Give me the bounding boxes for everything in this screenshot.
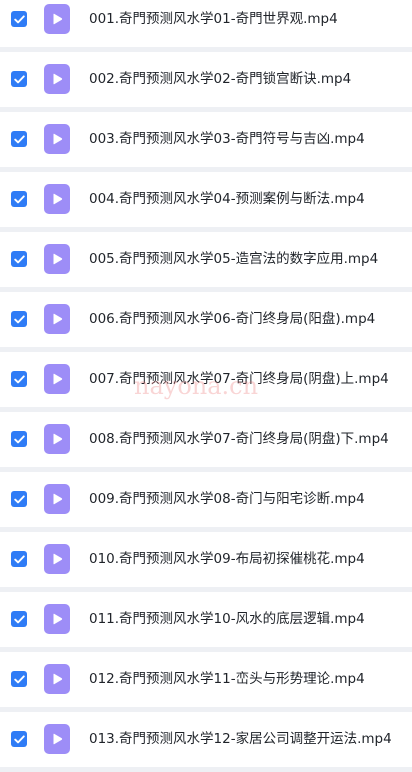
checkmark-icon [13,254,25,263]
file-name: 013.奇門预测风水学12-家居公司调整开运法.mp4 [89,731,392,747]
checkmark-icon [13,554,25,563]
file-row[interactable]: 009.奇門预测风水学08-奇门与阳宅诊断.mp4 [0,472,412,527]
checkmark-icon [13,614,25,623]
row-checkbox[interactable] [11,11,27,27]
video-play-icon [44,424,70,454]
file-row[interactable]: 010.奇門预测风水学09-布局初探催桃花.mp4 [0,532,412,587]
row-checkbox[interactable] [11,431,27,447]
row-checkbox[interactable] [11,71,27,87]
file-name: 008.奇門预测风水学07-奇门终身局(阴盘)下.mp4 [89,431,389,447]
file-row[interactable]: 007.奇門预测风水学07-奇门终身局(阴盘)上.mp4 [0,352,412,407]
file-row[interactable]: 006.奇門预测风水学06-奇门终身局(阳盘).mp4 [0,292,412,347]
file-name: 012.奇門预测风水学11-峦头与形势理论.mp4 [89,671,365,687]
checkmark-icon [13,494,25,503]
file-name: 010.奇門预测风水学09-布局初探催桃花.mp4 [89,551,365,567]
file-row[interactable]: 002.奇門预测风水学02-奇門锁宫断诀.mp4 [0,52,412,107]
checkmark-icon [13,134,25,143]
file-name: 002.奇門预测风水学02-奇門锁宫断诀.mp4 [89,71,352,87]
row-checkbox[interactable] [11,311,27,327]
video-play-icon [44,484,70,514]
file-row[interactable]: 008.奇門预测风水学07-奇门终身局(阴盘)下.mp4 [0,412,412,467]
checkmark-icon [13,74,25,83]
video-play-icon [44,544,70,574]
checkmark-icon [13,374,25,383]
file-name: 003.奇門预测风水学03-奇門符号与吉凶.mp4 [89,131,365,147]
row-checkbox[interactable] [11,731,27,747]
file-row[interactable]: 003.奇門预测风水学03-奇門符号与吉凶.mp4 [0,112,412,167]
video-play-icon [44,244,70,274]
checkmark-icon [13,674,25,683]
file-name: 011.奇門预测风水学10-风水的底层逻辑.mp4 [89,611,365,627]
file-row[interactable]: 005.奇門预测风水学05-造宫法的数字应用.mp4 [0,232,412,287]
video-play-icon [44,664,70,694]
video-play-icon [44,304,70,334]
video-play-icon [44,364,70,394]
file-name: 007.奇門预测风水学07-奇门终身局(阴盘)上.mp4 [89,371,389,387]
file-name: 009.奇門预测风水学08-奇门与阳宅诊断.mp4 [89,491,365,507]
file-row[interactable]: 013.奇門预测风水学12-家居公司调整开运法.mp4 [0,712,412,767]
video-play-icon [44,604,70,634]
checkmark-icon [13,14,25,23]
video-play-icon [44,184,70,214]
row-checkbox[interactable] [11,251,27,267]
checkmark-icon [13,434,25,443]
file-row[interactable]: 012.奇門预测风水学11-峦头与形势理论.mp4 [0,652,412,707]
checkmark-icon [13,734,25,743]
row-checkbox[interactable] [11,371,27,387]
row-checkbox[interactable] [11,491,27,507]
row-checkbox[interactable] [11,611,27,627]
checkmark-icon [13,314,25,323]
file-name: 005.奇門预测风水学05-造宫法的数字应用.mp4 [89,251,379,267]
row-checkbox[interactable] [11,131,27,147]
file-name: 006.奇門预测风水学06-奇门终身局(阳盘).mp4 [89,311,376,327]
video-play-icon [44,124,70,154]
row-checkbox[interactable] [11,191,27,207]
file-name: 004.奇門预测风水学04-预测案例与断法.mp4 [89,191,365,207]
file-name: 001.奇門预测风水学01-奇門世界观.mp4 [89,11,338,27]
row-checkbox[interactable] [11,551,27,567]
file-row[interactable]: 011.奇門预测风水学10-风水的底层逻辑.mp4 [0,592,412,647]
file-row[interactable]: 001.奇門预测风水学01-奇門世界观.mp4 [0,0,412,47]
row-checkbox[interactable] [11,671,27,687]
video-play-icon [44,64,70,94]
video-play-icon [44,724,70,754]
file-row[interactable]: 004.奇門预测风水学04-预测案例与断法.mp4 [0,172,412,227]
checkmark-icon [13,194,25,203]
video-play-icon [44,4,70,34]
